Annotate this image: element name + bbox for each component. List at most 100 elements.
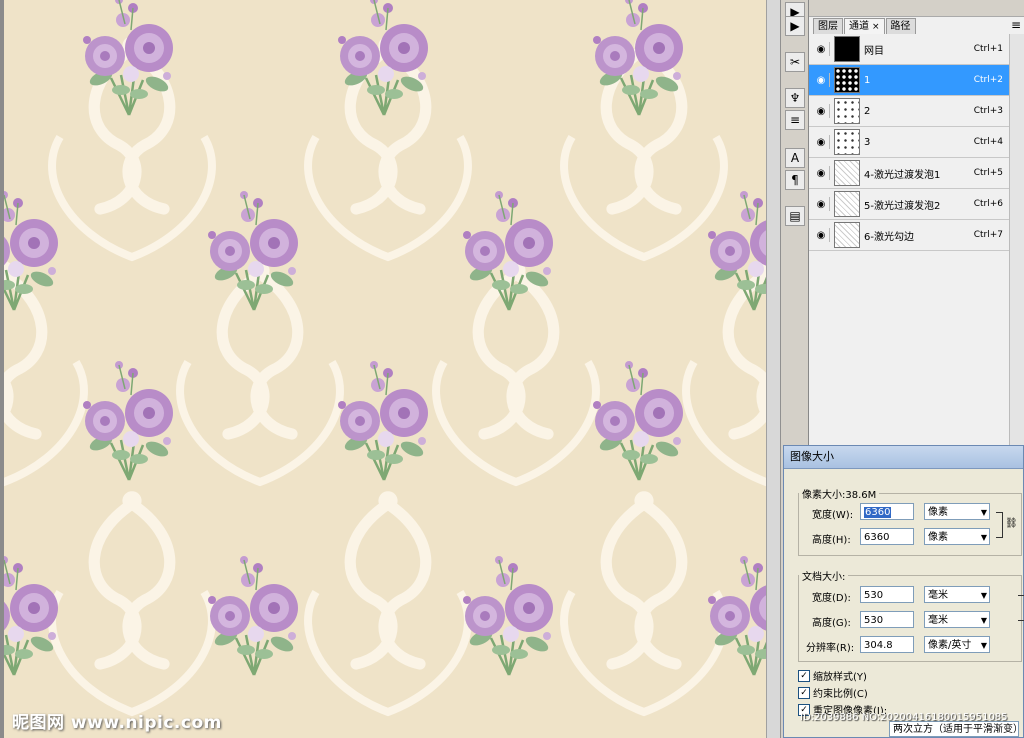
tab-layers[interactable]: 图层 xyxy=(813,18,843,34)
doc-height-value: 530 xyxy=(864,615,884,626)
pixel-size-label: 像素大小:38.6M xyxy=(802,490,877,501)
panel-menu-icon[interactable]: ≡ xyxy=(1011,18,1021,32)
layer-comps-icon[interactable]: ▤ xyxy=(785,206,805,226)
scroll-motif xyxy=(564,491,724,712)
eye-icon[interactable]: ◉ xyxy=(813,166,830,180)
chevron-down-icon: ▼ xyxy=(980,616,987,625)
scroll-motif xyxy=(686,261,766,482)
channel-thumbnail xyxy=(834,67,860,93)
width-input[interactable]: 6360 xyxy=(860,503,914,520)
channel-row[interactable]: ◉ 6-激光勾边 Ctrl+7 xyxy=(809,220,1009,251)
watermark-right: ID:2039886 NO:20200416180015951085 xyxy=(800,712,1008,723)
clone-source-icon[interactable]: ♆ xyxy=(785,88,805,108)
doc-width-unit: 毫米 xyxy=(928,590,948,601)
rose-bouquet xyxy=(706,189,766,312)
channel-name: 4-激光过渡发泡1 xyxy=(864,169,941,181)
channel-row[interactable]: ◉ 2 Ctrl+3 xyxy=(809,96,1009,127)
rose-bouquet xyxy=(81,359,175,482)
brush-presets-icon[interactable]: ✂ xyxy=(785,52,805,72)
eye-icon[interactable]: ◉ xyxy=(813,42,830,56)
panel-tabs: 图层 通道 × 路径 xyxy=(813,18,917,34)
panel-scrollbar[interactable] xyxy=(1009,34,1024,445)
channel-row[interactable]: ◉ 1 Ctrl+2 xyxy=(809,65,1009,96)
image-size-dialog: 图像大小 像素大小:38.6M 宽度(W): 6360 像素 ▼ 高度(H): 6… xyxy=(783,445,1024,738)
doc-height-unit-select[interactable]: 毫米 ▼ xyxy=(924,611,990,628)
channel-shortcut: Ctrl+3 xyxy=(973,106,1003,116)
watermark-left: 昵图网 www.nipic.com xyxy=(12,713,222,733)
channels-panel: 图层 通道 × 路径 ≡ ◉ 网目 Ctrl+1 ◉ 1 Ctrl+2 ◉ 2 Ctrl+3 ◉ 3 C… xyxy=(808,0,1024,445)
channel-name: 1 xyxy=(864,74,871,86)
channel-thumbnail xyxy=(834,98,860,124)
height-value: 6360 xyxy=(864,532,890,543)
resolution-label: 分辨率(R): xyxy=(806,643,855,654)
scale-styles-checkbox[interactable]: ✓ 缩放样式(Y) xyxy=(798,668,867,683)
constrain-proportions-checkbox[interactable]: ✓ 约束比例(C) xyxy=(798,685,868,700)
doc-size-label: 文档大小: xyxy=(802,572,846,583)
channel-name: 3 xyxy=(864,136,871,148)
width-value: 6360 xyxy=(864,507,892,518)
resolution-unit-select[interactable]: 像素/英寸 ▼ xyxy=(924,636,990,653)
rose-bouquet xyxy=(591,359,685,482)
tab-label: 通道 xyxy=(849,21,869,32)
chevron-down-icon: ▼ xyxy=(980,641,987,650)
height-input[interactable]: 6360 xyxy=(860,528,914,545)
scale-styles-label: 缩放样式(Y) xyxy=(813,672,867,683)
channel-thumbnail xyxy=(834,36,860,62)
channel-thumbnail xyxy=(834,129,860,155)
canvas-scrollbar[interactable] xyxy=(766,0,780,738)
height-unit: 像素 xyxy=(928,532,948,543)
link-bracket xyxy=(996,512,1003,538)
channel-row[interactable]: ◉ 3 Ctrl+4 xyxy=(809,127,1009,158)
dialog-title[interactable]: 图像大小 xyxy=(784,446,1023,469)
channel-thumbnail xyxy=(834,222,860,248)
channel-name: 5-激光过渡发泡2 xyxy=(864,200,941,212)
height-label: 高度(H): xyxy=(812,535,851,546)
eye-icon[interactable]: ◉ xyxy=(813,135,830,149)
channel-shortcut: Ctrl+5 xyxy=(973,168,1003,178)
checkmark-icon: ✓ xyxy=(798,686,810,699)
link-bracket xyxy=(1018,595,1024,621)
tab-label: 图层 xyxy=(818,21,838,32)
paragraph-icon[interactable]: ¶ xyxy=(785,170,805,190)
eye-icon[interactable]: ◉ xyxy=(813,197,830,211)
rose-bouquet xyxy=(336,359,430,482)
channel-shortcut: Ctrl+7 xyxy=(973,230,1003,240)
eye-icon[interactable]: ◉ xyxy=(813,228,830,242)
channel-name: 网目 xyxy=(864,45,884,57)
channel-row[interactable]: ◉ 4-激光过渡发泡1 Ctrl+5 xyxy=(809,158,1009,189)
character-icon[interactable]: A xyxy=(785,148,805,168)
height-unit-select[interactable]: 像素 ▼ xyxy=(924,528,990,545)
scroll-motif xyxy=(52,491,212,712)
doc-width-value: 530 xyxy=(864,590,884,601)
resample-method-value: 两次立方（适用于平滑渐变） xyxy=(893,724,1019,735)
rose-bouquet xyxy=(461,554,555,677)
width-unit-select[interactable]: 像素 ▼ xyxy=(924,503,990,520)
constrain-label: 约束比例(C) xyxy=(813,689,868,700)
doc-width-input[interactable]: 530 xyxy=(860,586,914,603)
doc-height-unit: 毫米 xyxy=(928,615,948,626)
resolution-input[interactable]: 304.8 xyxy=(860,636,914,653)
tab-paths[interactable]: 路径 xyxy=(885,18,916,34)
tool-presets-icon[interactable]: ≡ xyxy=(785,110,805,130)
chevron-down-icon: ▼ xyxy=(980,533,987,542)
channel-shortcut: Ctrl+6 xyxy=(973,199,1003,209)
channel-shortcut: Ctrl+2 xyxy=(973,75,1003,85)
checkmark-icon: ✓ xyxy=(798,669,810,682)
channel-shortcut: Ctrl+1 xyxy=(973,44,1003,54)
panel-title-bar[interactable] xyxy=(809,0,1024,17)
doc-height-input[interactable]: 530 xyxy=(860,611,914,628)
floral-pattern xyxy=(4,0,766,738)
document-canvas[interactable]: 昵图网 www.nipic.com xyxy=(0,0,780,738)
doc-width-unit-select[interactable]: 毫米 ▼ xyxy=(924,586,990,603)
rose-bouquet xyxy=(206,554,300,677)
actions-icon[interactable]: ▶ xyxy=(785,16,805,36)
eye-icon[interactable]: ◉ xyxy=(813,73,830,87)
wallpaper-image[interactable] xyxy=(4,0,766,738)
close-icon[interactable]: × xyxy=(872,22,880,32)
resample-method-select[interactable]: 两次立方（适用于平滑渐变） xyxy=(889,721,1019,737)
channel-row[interactable]: ◉ 网目 Ctrl+1 xyxy=(809,34,1009,65)
channel-list: ◉ 网目 Ctrl+1 ◉ 1 Ctrl+2 ◉ 2 Ctrl+3 ◉ 3 Ctrl+4 ◉ 4-激光过渡… xyxy=(809,34,1009,251)
tab-channels[interactable]: 通道 × xyxy=(844,18,885,34)
channel-row[interactable]: ◉ 5-激光过渡发泡2 Ctrl+6 xyxy=(809,189,1009,220)
eye-icon[interactable]: ◉ xyxy=(813,104,830,118)
